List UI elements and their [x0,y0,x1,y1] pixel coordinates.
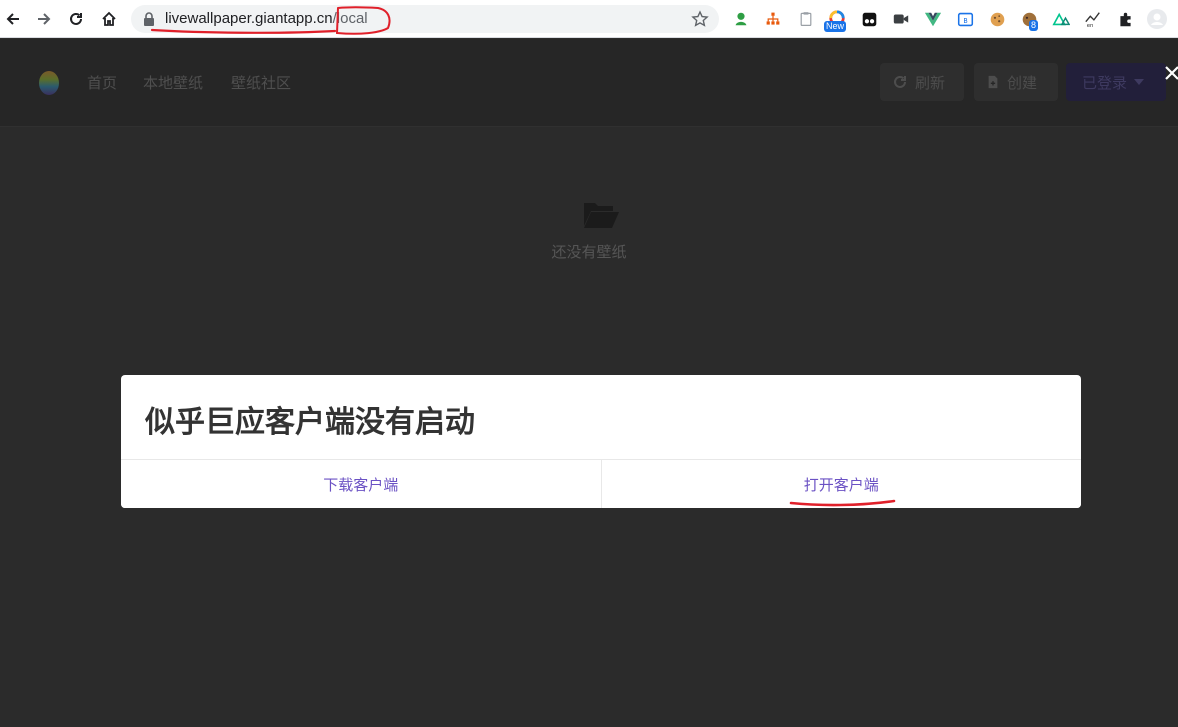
browser-toolbar: livewallpaper.giantapp.cn/local New B 8 … [0,0,1178,38]
vue-devtools-icon[interactable] [923,9,943,29]
back-button[interactable] [0,6,26,32]
caret-down-icon [1134,79,1145,85]
refresh-label: 刷新 [915,73,946,92]
cookie-editor-icon[interactable]: 8 [1019,9,1039,31]
forward-button[interactable] [31,6,57,32]
nuxt-icon[interactable] [1051,9,1071,29]
tampermonkey-icon[interactable] [859,9,879,29]
color-wheel-icon[interactable]: New [824,9,847,32]
client-not-running-dialog: 似乎巨应客户端没有启动 下载客户端 打开客户端 [121,375,1081,508]
translate-icon[interactable]: en [1083,9,1103,29]
logged-in-dropdown[interactable]: 已登录 [1066,63,1166,101]
app-header: 首页 本地壁纸 壁纸社区 刷新 创建 已登录 [0,39,1178,127]
modal-close-icon[interactable] [1164,65,1178,81]
video-camera-icon[interactable] [891,9,911,29]
reload-icon [70,12,82,25]
url-text: livewallpaper.giantapp.cn/local [165,10,368,27]
new-badge: New [824,21,847,32]
svg-text:B: B [963,16,967,24]
refresh-icon [894,75,906,88]
reload-button[interactable] [63,6,89,32]
clipboard-icon[interactable] [796,9,816,29]
url-path: /local [332,10,368,27]
file-add-icon [988,75,998,89]
address-bar[interactable]: livewallpaper.giantapp.cn/local [131,5,719,33]
download-client-button[interactable]: 下载客户端 [121,460,601,508]
arrow-left-icon [6,13,19,25]
nav-local-wallpaper[interactable]: 本地壁纸 [143,72,203,93]
nav-wallpaper-community[interactable]: 壁纸社区 [231,72,291,93]
bookmark-star-icon[interactable] [691,10,709,28]
nav-home[interactable]: 首页 [87,72,117,93]
app-logo-icon[interactable] [38,69,60,95]
folder-open-icon [584,203,619,228]
url-host: livewallpaper.giantapp.cn [165,10,333,27]
create-button[interactable]: 创建 [974,63,1058,101]
code-box-icon[interactable]: B [955,9,975,29]
home-icon [102,11,116,26]
create-label: 创建 [1007,73,1038,92]
arrow-right-icon [38,13,51,25]
puzzle-icon[interactable] [1115,9,1135,29]
dialog-footer: 下载客户端 打开客户端 [121,459,1081,508]
count-badge: 8 [1029,20,1039,31]
profile-avatar-icon[interactable] [1147,9,1167,29]
open-client-button[interactable]: 打开客户端 [600,460,1081,508]
refresh-button[interactable]: 刷新 [880,63,964,101]
green-bird-icon[interactable] [731,9,751,29]
dialog-title: 似乎巨应客户端没有启动 [145,405,475,440]
home-button[interactable] [96,6,122,32]
cookie-icon[interactable] [987,9,1007,29]
svg-text:en: en [1087,23,1094,28]
login-label: 已登录 [1082,73,1128,92]
lock-icon [144,12,154,26]
sitemap-icon[interactable] [763,9,783,29]
empty-message: 还没有壁纸 [551,243,627,261]
